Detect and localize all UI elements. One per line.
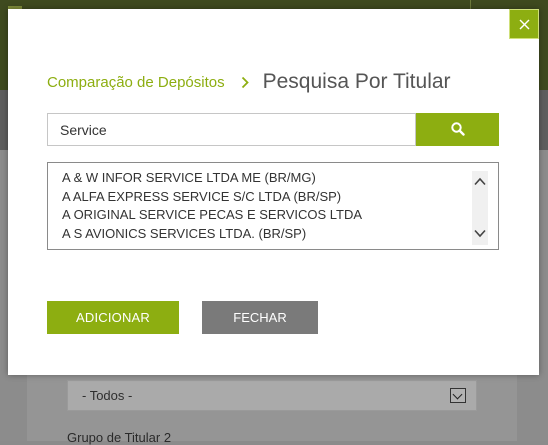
chevron-down-icon: [474, 229, 486, 238]
results-listbox[interactable]: A & W INFOR SERVICE LTDA ME (BR/MG) A AL…: [47, 162, 499, 250]
titular-select[interactable]: - Todos -: [67, 380, 477, 411]
close-icon: [519, 19, 530, 30]
results-scrollbar[interactable]: [472, 171, 488, 245]
page-title: Pesquisa Por Titular: [262, 70, 451, 93]
add-button[interactable]: ADICIONAR: [47, 301, 179, 334]
group-titular-label: Grupo de Titular 2: [67, 430, 172, 445]
chevron-down-icon[interactable]: [450, 388, 466, 403]
breadcrumb: Comparação de Depósitos Pesquisa Por Tit…: [47, 67, 451, 97]
search-button[interactable]: [416, 113, 499, 146]
titular-select-value: - Todos -: [82, 388, 133, 403]
cancel-button[interactable]: FECHAR: [202, 301, 318, 334]
list-item[interactable]: A ALFA EXPRESS SERVICE S/C LTDA (BR/SP): [62, 188, 498, 207]
list-item[interactable]: A & W INFOR SERVICE LTDA ME (BR/MG): [62, 169, 498, 188]
scroll-up-button[interactable]: [472, 171, 488, 193]
list-item[interactable]: A S AVIONICS SERVICES LTDA. (BR/SP): [62, 225, 498, 244]
search-input[interactable]: [47, 113, 416, 146]
chevron-up-icon: [474, 177, 486, 186]
search-by-holder-modal: Comparação de Depósitos Pesquisa Por Tit…: [8, 9, 539, 375]
list-item[interactable]: A ORIGINAL SERVICE PECAS E SERVICOS LTDA: [62, 206, 498, 225]
close-button[interactable]: [509, 9, 539, 39]
search-icon: [451, 122, 465, 136]
scroll-down-button[interactable]: [472, 223, 488, 245]
breadcrumb-parent-link[interactable]: Comparação de Depósitos: [47, 74, 225, 91]
chevron-right-icon: [241, 76, 249, 89]
